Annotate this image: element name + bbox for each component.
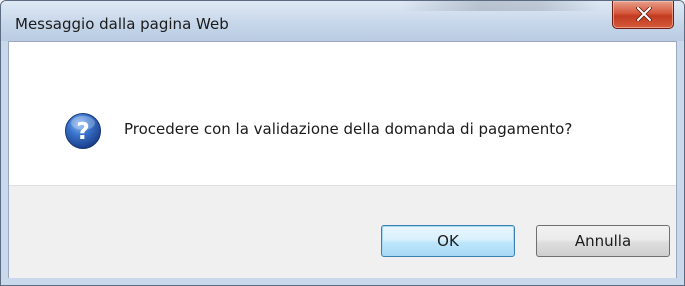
close-icon [636,7,652,21]
message-area: ? Procedere con la validazione della dom… [9,42,676,185]
dialog-button-bar: OK Annulla [9,185,676,278]
ok-button[interactable]: OK [381,225,515,257]
background-window-blur [401,1,601,11]
close-button[interactable] [612,1,674,29]
dialog-titlebar[interactable]: Messaggio dalla pagina Web [1,1,684,41]
svg-text:?: ? [76,119,89,145]
message-dialog: Messaggio dalla pagina Web ? Procedere c… [0,0,685,286]
question-icon: ? [65,113,101,149]
dialog-message: Procedere con la validazione della doman… [124,120,573,138]
dialog-title: Messaggio dalla pagina Web [15,15,229,33]
dialog-client-area: ? Procedere con la validazione della dom… [8,41,677,278]
cancel-button[interactable]: Annulla [536,225,670,257]
